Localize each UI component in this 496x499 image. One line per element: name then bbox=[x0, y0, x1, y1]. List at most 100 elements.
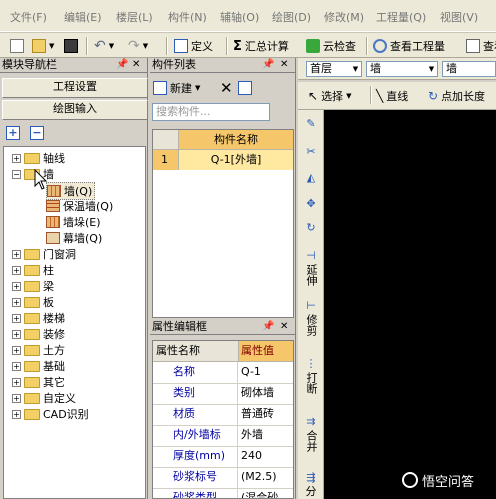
folder-icon bbox=[24, 296, 40, 308]
tree-node-decoration[interactable]: + 装修 bbox=[12, 326, 65, 342]
property-row[interactable]: 砂浆类型 (混合砂 bbox=[153, 488, 293, 498]
menu-component[interactable]: 构件(N) bbox=[168, 9, 207, 25]
expand-icon[interactable]: + bbox=[12, 281, 21, 291]
view-quantity-button[interactable]: 查看工程量 bbox=[373, 36, 445, 56]
property-row[interactable]: 内/外墙标 外墙 bbox=[153, 425, 293, 447]
property-value[interactable]: Q-1 bbox=[239, 362, 293, 383]
merge-button[interactable]: 合并 bbox=[305, 430, 318, 452]
tree-node-pilaster[interactable]: 墙垛(E) bbox=[46, 214, 101, 230]
new-component-button[interactable]: 新建 ▼ bbox=[153, 78, 200, 98]
line-tool-button[interactable]: ╲ 直线 bbox=[376, 86, 408, 106]
tree-node-column[interactable]: + 柱 bbox=[12, 262, 54, 278]
expand-icon[interactable]: + bbox=[12, 409, 21, 419]
menu-view[interactable]: 视图(V) bbox=[440, 9, 478, 25]
redo-button[interactable]: ↷ ▼ bbox=[128, 36, 148, 56]
tree-node-openings[interactable]: + 门窗洞 bbox=[12, 246, 76, 262]
cloud-check-button[interactable]: 云检查 bbox=[306, 36, 356, 56]
expand-icon[interactable]: + bbox=[12, 377, 21, 387]
property-row[interactable]: 材质 普通砖 bbox=[153, 404, 293, 426]
close-icon[interactable]: ✕ bbox=[132, 58, 140, 72]
tree-node-slab[interactable]: + 板 bbox=[12, 294, 54, 310]
expand-icon[interactable]: + bbox=[12, 361, 21, 371]
split-button[interactable]: 分 bbox=[305, 486, 317, 498]
new-file-button[interactable] bbox=[10, 36, 24, 56]
menu-quantity[interactable]: 工程量(Q) bbox=[376, 9, 426, 25]
save-button[interactable] bbox=[64, 36, 78, 56]
pin-icon[interactable]: 📌 bbox=[262, 58, 274, 72]
move-icon[interactable]: ✥ bbox=[300, 198, 322, 210]
pin-icon[interactable]: 📌 bbox=[116, 58, 128, 72]
column-header-name[interactable]: 构件名称 bbox=[179, 130, 293, 150]
drawing-canvas[interactable] bbox=[324, 110, 496, 499]
extend-button[interactable]: 延伸 bbox=[305, 264, 318, 286]
tree-node-curtain-wall[interactable]: 幕墙(Q) bbox=[46, 230, 102, 246]
trim-button[interactable]: 修剪 bbox=[305, 314, 318, 336]
tree-node-axis[interactable]: + 轴线 bbox=[12, 150, 65, 166]
expand-icon[interactable]: + bbox=[12, 313, 21, 323]
collapse-icon[interactable]: − bbox=[12, 169, 21, 179]
close-icon[interactable]: ✕ bbox=[280, 320, 288, 334]
property-value[interactable]: 外墙 bbox=[239, 425, 293, 446]
delete-icon[interactable]: ✕ bbox=[220, 79, 233, 97]
point-length-button[interactable]: ↻ 点加长度 bbox=[428, 86, 485, 106]
extend-icon: ⊣ bbox=[306, 249, 316, 262]
expand-icon[interactable]: + bbox=[12, 249, 21, 259]
expand-icon[interactable]: + bbox=[12, 297, 21, 307]
search-input[interactable]: 搜索构件... bbox=[152, 103, 270, 121]
break-button[interactable]: 打断 bbox=[305, 372, 318, 394]
expand-icon[interactable]: + bbox=[12, 153, 21, 163]
tree-node-earthwork[interactable]: + 土方 bbox=[12, 342, 65, 358]
brush-icon[interactable]: ✎ bbox=[300, 118, 322, 130]
scissors-icon[interactable]: ✂ bbox=[300, 146, 322, 158]
tree-node-label: 土方 bbox=[43, 344, 65, 357]
expand-all-icon[interactable]: + bbox=[6, 126, 20, 140]
tree-node-cad-recognition[interactable]: + CAD识别 bbox=[12, 406, 89, 422]
close-icon[interactable]: ✕ bbox=[280, 58, 288, 72]
property-value[interactable]: 240 bbox=[239, 446, 293, 467]
collapse-all-icon[interactable]: − bbox=[30, 126, 44, 140]
new-component-label: 新建 bbox=[170, 82, 192, 95]
tree-node-foundation[interactable]: + 基础 bbox=[12, 358, 65, 374]
menu-draw[interactable]: 绘图(D) bbox=[272, 9, 311, 25]
expand-icon[interactable]: + bbox=[12, 393, 21, 403]
property-value[interactable]: (M2.5) bbox=[239, 467, 293, 488]
menu-edit[interactable]: 编辑(E) bbox=[64, 9, 102, 25]
floor-select[interactable]: 首层 ▼ bbox=[306, 61, 362, 77]
menu-file[interactable]: 文件(F) bbox=[10, 9, 47, 25]
menu-axis[interactable]: 辅轴(O) bbox=[220, 9, 259, 25]
component-type-select[interactable]: 墙 ▼ bbox=[366, 61, 438, 77]
table-row[interactable]: Q-1[外墙] bbox=[179, 150, 293, 170]
define-button[interactable]: 定义 bbox=[174, 36, 213, 56]
select-tool-button[interactable]: ↖ 选择 ▼ bbox=[308, 86, 351, 106]
drawing-input-button[interactable]: 绘图输入 bbox=[2, 100, 148, 120]
expand-icon[interactable]: + bbox=[12, 345, 21, 355]
property-value[interactable]: (混合砂 bbox=[239, 488, 293, 498]
sum-calc-button[interactable]: Σ 汇总计算 bbox=[233, 36, 289, 56]
tree-node-other[interactable]: + 其它 bbox=[12, 374, 65, 390]
copy-icon[interactable] bbox=[238, 81, 252, 95]
expand-icon[interactable]: + bbox=[12, 265, 21, 275]
tree-node-insulated-wall[interactable]: 保温墙(Q) bbox=[46, 198, 113, 214]
component-select[interactable]: 墙 bbox=[442, 61, 496, 77]
property-row[interactable]: 名称 Q-1 bbox=[153, 362, 293, 384]
property-value[interactable]: 普通砖 bbox=[239, 404, 293, 425]
insulated-wall-icon bbox=[46, 200, 60, 212]
project-settings-button[interactable]: 工程设置 bbox=[2, 78, 148, 98]
property-row[interactable]: 砂浆标号 (M2.5) bbox=[153, 467, 293, 489]
menu-modify[interactable]: 修改(M) bbox=[324, 9, 364, 25]
property-row[interactable]: 类别 砌体墙 bbox=[153, 383, 293, 405]
rotate-icon[interactable]: ↻ bbox=[300, 222, 322, 234]
pin-icon[interactable]: 📌 bbox=[262, 320, 274, 334]
open-file-button[interactable]: ▼ bbox=[32, 36, 54, 56]
view-more-button[interactable]: 查看 bbox=[466, 36, 496, 56]
undo-button[interactable]: ↶ ▼ bbox=[94, 36, 114, 56]
tree-node-stair[interactable]: + 楼梯 bbox=[12, 310, 65, 326]
property-value[interactable]: 砌体墙 bbox=[239, 383, 293, 404]
property-row[interactable]: 厚度(mm) 240 bbox=[153, 446, 293, 468]
mirror-icon[interactable]: ◭ bbox=[300, 172, 322, 184]
view-more-label: 查看 bbox=[483, 40, 496, 53]
expand-icon[interactable]: + bbox=[12, 329, 21, 339]
tree-node-custom[interactable]: + 自定义 bbox=[12, 390, 76, 406]
tree-node-beam[interactable]: + 梁 bbox=[12, 278, 54, 294]
menu-floor[interactable]: 楼层(L) bbox=[116, 9, 153, 25]
